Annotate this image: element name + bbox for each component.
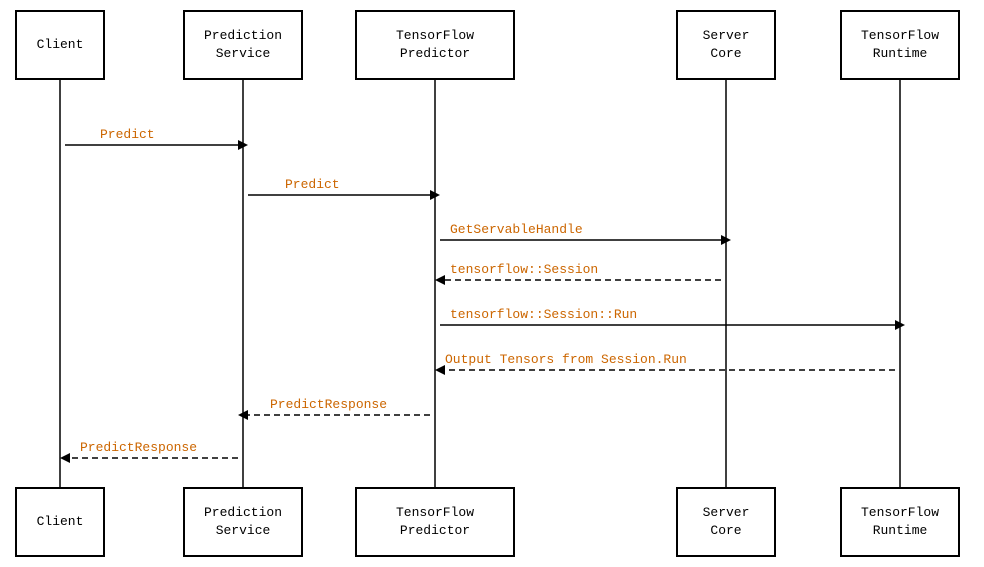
- tensorflow-runtime-bottom-box: TensorFlowRuntime: [840, 487, 960, 557]
- sequence-diagram: Predict Predict GetServableHandle tensor…: [0, 0, 984, 567]
- tensorflow-runtime-top-box: TensorFlowRuntime: [840, 10, 960, 80]
- prediction-service-bottom-box: PredictionService: [183, 487, 303, 557]
- svg-text:tensorflow::Session: tensorflow::Session: [450, 262, 598, 277]
- prediction-service-top-box: PredictionService: [183, 10, 303, 80]
- svg-text:Predict: Predict: [285, 177, 340, 192]
- svg-text:PredictResponse: PredictResponse: [80, 440, 197, 455]
- server-core-bottom-box: ServerCore: [676, 487, 776, 557]
- svg-text:Predict: Predict: [100, 127, 155, 142]
- tensorflow-predictor-bottom-box: TensorFlow Predictor: [355, 487, 515, 557]
- svg-text:PredictResponse: PredictResponse: [270, 397, 387, 412]
- client-bottom-box: Client: [15, 487, 105, 557]
- arrows-svg: Predict Predict GetServableHandle tensor…: [0, 0, 984, 567]
- svg-text:Output Tensors from Session.Ru: Output Tensors from Session.Run: [445, 352, 687, 367]
- svg-text:GetServableHandle: GetServableHandle: [450, 222, 583, 237]
- tensorflow-predictor-top-box: TensorFlow Predictor: [355, 10, 515, 80]
- svg-text:tensorflow::Session::Run: tensorflow::Session::Run: [450, 307, 637, 322]
- server-core-top-box: ServerCore: [676, 10, 776, 80]
- client-top-box: Client: [15, 10, 105, 80]
